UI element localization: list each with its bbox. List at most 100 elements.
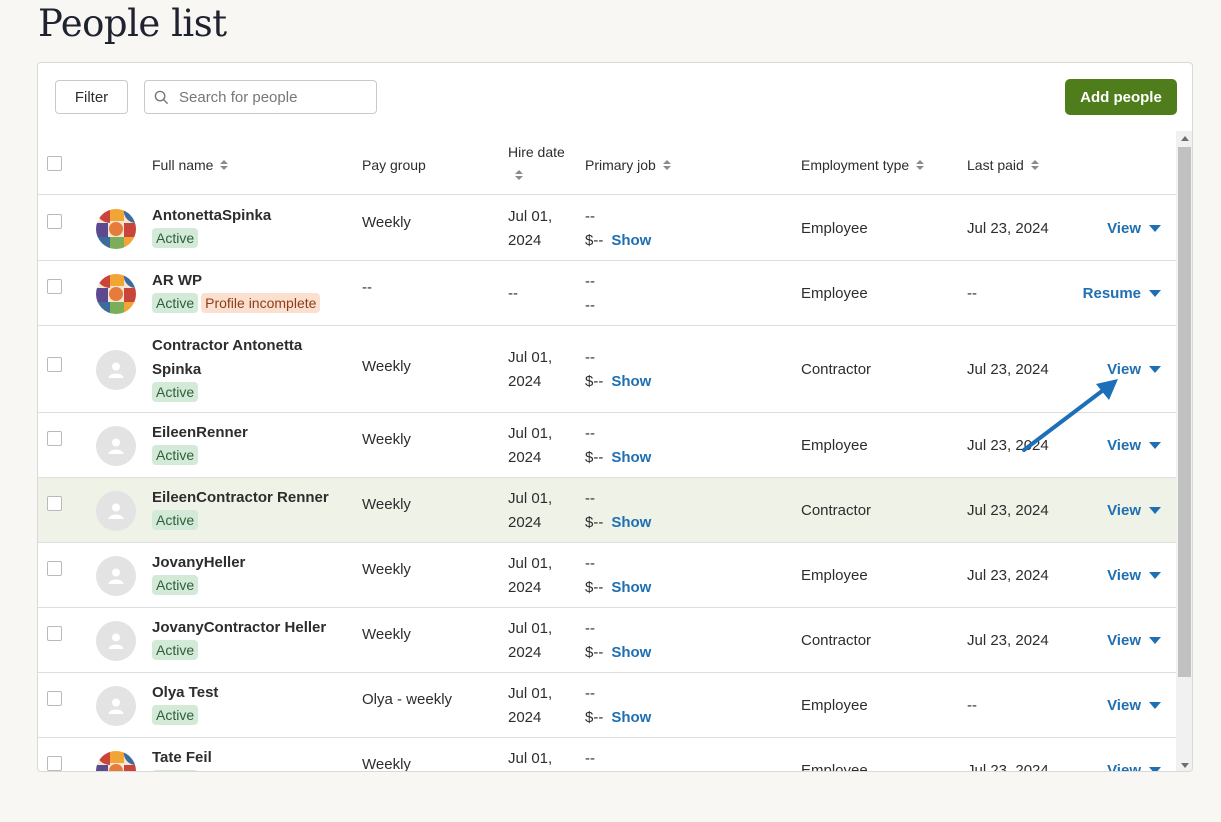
show-pay-link[interactable]: Show: [611, 579, 651, 596]
select-all-checkbox[interactable]: [47, 156, 62, 171]
chevron-down-icon: [1149, 571, 1161, 579]
table-scrollbar[interactable]: [1176, 131, 1192, 771]
show-pay-link[interactable]: Show: [611, 449, 651, 466]
primary-job: -- $--Show: [585, 749, 595, 767]
table-row[interactable]: JovanyHeller Active Weekly Jul 01, 2024 -…: [38, 543, 1176, 608]
row-action-resume-button[interactable]: Resume: [1083, 285, 1161, 302]
person-cell: JovanyHeller Active: [152, 551, 342, 595]
column-header-full-name[interactable]: Full name: [152, 157, 229, 173]
sort-icon: [662, 159, 671, 171]
table-row[interactable]: EileenContractor Renner Active Weekly Ju…: [38, 478, 1176, 543]
page-title: People list: [38, 2, 227, 45]
employment-type: Contractor: [801, 631, 872, 649]
row-checkbox[interactable]: [47, 560, 62, 576]
show-pay-link[interactable]: Show: [611, 644, 651, 661]
primary-job: -- $--Show: [585, 489, 652, 531]
chevron-down-icon: [1149, 441, 1161, 449]
row-checkbox[interactable]: [47, 755, 62, 771]
hire-date: Jul 01,2024: [508, 554, 553, 596]
table-row[interactable]: Tate Feil Active Weekly Jul 01,2024 -- $…: [38, 738, 1176, 772]
pay-group: Weekly: [362, 213, 411, 231]
sort-icon: [220, 159, 229, 171]
person-name[interactable]: AR WP: [152, 269, 342, 293]
person-name[interactable]: EileenContractor Renner: [152, 486, 342, 510]
add-people-button[interactable]: Add people: [1065, 79, 1177, 115]
person-name[interactable]: EileenRenner: [152, 421, 342, 445]
hire-date: Jul 01,2024: [508, 348, 553, 390]
row-action-view-button[interactable]: View: [1107, 361, 1161, 378]
person-cell: EileenContractor Renner Active: [152, 486, 342, 530]
avatar: [96, 555, 136, 596]
table-row[interactable]: Contractor Antonetta Spinka Active Weekl…: [38, 326, 1176, 413]
last-paid: --: [967, 696, 977, 714]
row-checkbox[interactable]: [47, 430, 62, 446]
table-row[interactable]: Olya Test Active Olya - weekly Jul 01, 20…: [38, 673, 1176, 738]
status-badge: Active: [152, 445, 199, 465]
employment-type: Employee: [801, 219, 868, 237]
employment-type: Employee: [801, 284, 868, 302]
show-pay-link[interactable]: Show: [611, 514, 651, 531]
scrollbar-thumb[interactable]: [1178, 147, 1191, 677]
scroll-down-icon[interactable]: [1181, 763, 1189, 768]
primary-job: -- $--Show: [585, 554, 652, 596]
person-cell: Tate Feil Active: [152, 746, 342, 771]
show-pay-link[interactable]: Show: [611, 232, 651, 249]
row-action-view-button[interactable]: View: [1107, 762, 1161, 771]
last-paid: Jul 23, 2024: [967, 761, 1049, 772]
avatar: [96, 490, 136, 531]
row-checkbox[interactable]: [47, 356, 62, 372]
table-row[interactable]: JovanyContractor Heller Active Weekly Ju…: [38, 608, 1176, 673]
status-badge: Active: [152, 228, 199, 248]
last-paid: Jul 23, 2024: [967, 631, 1049, 649]
column-header-hire-date[interactable]: Hire date: [508, 144, 565, 181]
pay-group: Weekly: [362, 625, 411, 643]
row-checkbox[interactable]: [47, 213, 62, 229]
show-pay-link[interactable]: Show: [611, 709, 651, 726]
avatar: [96, 349, 136, 390]
person-cell: AR WP Active Profile incomplete: [152, 269, 342, 313]
status-badge: Active: [152, 382, 199, 402]
person-name[interactable]: Tate Feil: [152, 746, 342, 770]
row-action-view-button[interactable]: View: [1107, 567, 1161, 584]
person-name[interactable]: Olya Test: [152, 681, 342, 705]
row-action-view-button[interactable]: View: [1107, 502, 1161, 519]
pay-group: --: [362, 279, 372, 296]
show-pay-link[interactable]: Show: [611, 373, 651, 390]
scroll-up-icon[interactable]: [1181, 136, 1189, 141]
hire-date: Jul 01,2024: [508, 749, 553, 767]
person-name[interactable]: JovanyContractor Heller: [152, 616, 342, 640]
row-checkbox[interactable]: [47, 278, 62, 294]
table-row[interactable]: AR WP Active Profile incomplete -- -- -- …: [38, 261, 1176, 326]
chevron-down-icon: [1149, 636, 1161, 644]
row-checkbox[interactable]: [47, 690, 62, 706]
filter-button[interactable]: Filter: [55, 80, 128, 114]
person-name[interactable]: AntonettaSpinka: [152, 204, 342, 228]
row-action-view-button[interactable]: View: [1107, 632, 1161, 649]
table-header: Full name Pay group Hire date Primary jo…: [38, 131, 1176, 195]
column-header-primary-job[interactable]: Primary job: [585, 157, 671, 173]
table-row[interactable]: EileenRenner Active Weekly Jul 01, 2024 -…: [38, 413, 1176, 478]
user-icon: [106, 501, 126, 521]
search-box[interactable]: [144, 80, 377, 114]
row-checkbox[interactable]: [47, 625, 62, 641]
row-action-view-button[interactable]: View: [1107, 697, 1161, 714]
person-cell: AntonettaSpinka Active: [152, 204, 342, 248]
chevron-down-icon: [1149, 506, 1161, 514]
row-action-view-button[interactable]: View: [1107, 220, 1161, 237]
user-icon: [106, 566, 126, 586]
row-checkbox[interactable]: [47, 495, 62, 511]
table-row[interactable]: AntonettaSpinka Active Weekly Jul 01, 202…: [38, 196, 1176, 261]
status-badge: Active: [152, 640, 199, 660]
status-badge: Active: [152, 510, 199, 530]
column-header-employment-type[interactable]: Employment type: [801, 157, 925, 173]
person-name[interactable]: JovanyHeller: [152, 551, 342, 575]
hire-date: Jul 01,2024: [508, 489, 553, 531]
column-header-last-paid[interactable]: Last paid: [967, 157, 1039, 173]
person-name[interactable]: Contractor Antonetta Spinka: [152, 334, 342, 382]
employment-type: Employee: [801, 436, 868, 454]
search-input[interactable]: [179, 88, 359, 106]
chevron-down-icon: [1149, 224, 1161, 232]
row-action-view-button[interactable]: View: [1107, 437, 1161, 454]
pay-group: Weekly: [362, 430, 411, 448]
user-icon: [106, 360, 126, 380]
